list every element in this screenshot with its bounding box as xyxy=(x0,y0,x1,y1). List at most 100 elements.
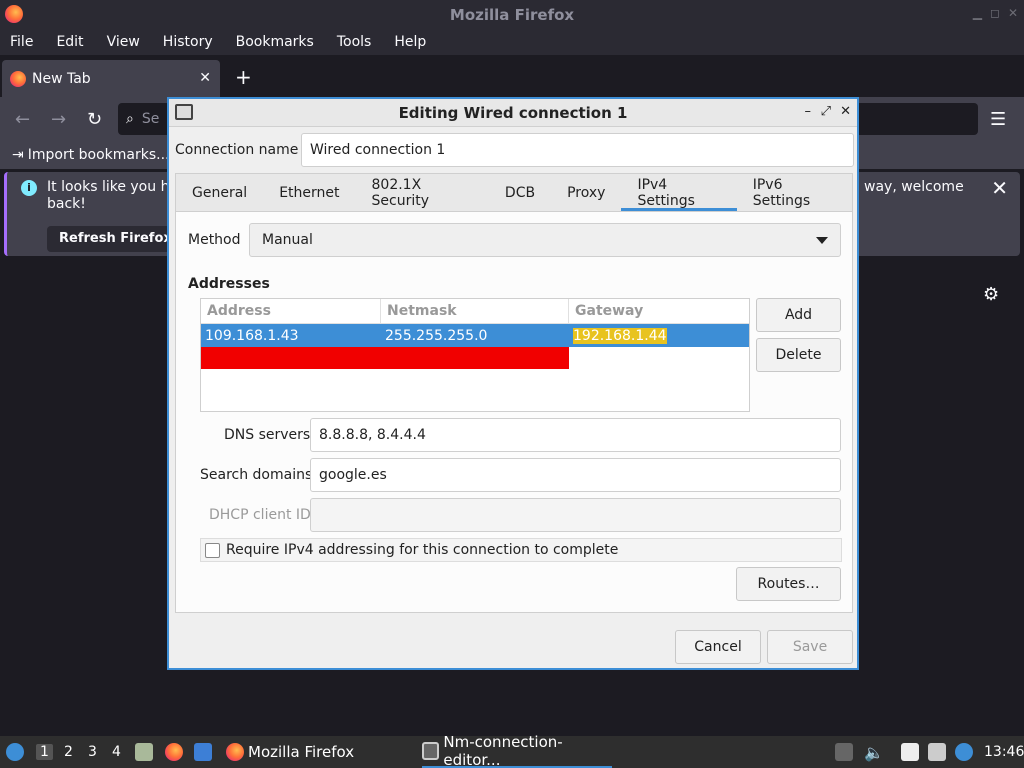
import-bookmarks-link[interactable]: Import bookmarks... xyxy=(28,147,170,163)
delete-button[interactable]: Delete xyxy=(756,338,841,372)
menu-bookmarks[interactable]: Bookmarks xyxy=(236,34,314,50)
table-row[interactable]: 109.168.1.43 255.255.255.0 192.168.1.44 xyxy=(201,324,749,347)
connection-name-label: Connection name xyxy=(175,142,299,158)
firefox-icon xyxy=(226,743,244,761)
workspace-4[interactable]: 4 xyxy=(112,744,121,760)
connection-editor-dialog: Editing Wired connection 1 – ⤢ ✕ Connect… xyxy=(167,97,859,670)
workspace-3[interactable]: 3 xyxy=(88,744,97,760)
search-domains-label: Search domains xyxy=(200,467,313,483)
cell-address[interactable]: 109.168.1.43 xyxy=(201,324,381,347)
new-tab-button[interactable]: + xyxy=(235,65,252,89)
addresses-table: Address Netmask Gateway 109.168.1.43 255… xyxy=(200,298,750,412)
routes-button[interactable]: Routes… xyxy=(736,567,841,601)
dhcp-client-id-field xyxy=(310,498,841,532)
gateway-edit-text[interactable]: 192.168.1.44 xyxy=(573,327,667,344)
connection-name-field[interactable]: Wired connection 1 xyxy=(301,133,854,167)
add-button[interactable]: Add xyxy=(756,298,841,332)
red-highlight-bar xyxy=(201,347,569,369)
task-nm-connection-editor[interactable]: Nm-connection-editor... xyxy=(422,733,612,768)
dns-servers-field[interactable]: 8.8.8.8, 8.4.4.4 xyxy=(310,418,841,452)
require-ipv4-checkbox[interactable] xyxy=(205,542,220,558)
notification-text: It looks like you ha back! xyxy=(47,179,179,212)
tab-general[interactable]: General xyxy=(176,174,263,211)
clock: 13:46 xyxy=(984,744,1024,760)
cell-gateway[interactable]: 192.168.1.44 xyxy=(569,324,749,347)
menu-history[interactable]: History xyxy=(163,34,213,50)
volume-icon[interactable]: 🔈 xyxy=(864,736,884,768)
info-icon: i xyxy=(21,180,37,196)
network-status-icon[interactable] xyxy=(928,736,946,768)
task-firefox[interactable]: Mozilla Firefox xyxy=(226,736,354,768)
tab-dcb[interactable]: DCB xyxy=(489,174,551,211)
maximize-icon[interactable]: ⤢ xyxy=(821,104,831,119)
network-icon xyxy=(175,104,193,120)
tab-title: New Tab xyxy=(32,71,91,87)
window-controls: ▁ ◻ ✕ xyxy=(973,6,1018,20)
search-icon: ⌕ xyxy=(126,111,134,127)
tab-ethernet[interactable]: Ethernet xyxy=(263,174,355,211)
gear-icon[interactable]: ⚙ xyxy=(983,284,999,305)
tab-ipv6-settings[interactable]: IPv6 Settings xyxy=(737,174,852,211)
close-icon[interactable]: ✕ xyxy=(1008,6,1018,20)
dialog-titlebar: Editing Wired connection 1 – ⤢ ✕ xyxy=(169,99,857,127)
task-firefox-label: Mozilla Firefox xyxy=(248,743,355,761)
forward-icon[interactable]: → xyxy=(51,109,66,130)
firefox-tab-icon xyxy=(10,71,26,87)
require-ipv4-checkbox-row[interactable]: Require IPv4 addressing for this connect… xyxy=(200,538,842,562)
update-notifier-icon[interactable] xyxy=(955,736,973,768)
cancel-button[interactable]: Cancel xyxy=(675,630,761,664)
start-menu-icon[interactable] xyxy=(6,736,24,768)
menu-tools[interactable]: Tools xyxy=(337,34,372,50)
task-nm-label: Nm-connection-editor... xyxy=(443,733,563,768)
menu-edit[interactable]: Edit xyxy=(56,34,83,50)
firefox-launcher-icon[interactable] xyxy=(165,736,183,768)
minimize-icon[interactable]: ▁ xyxy=(973,6,982,20)
tab-proxy[interactable]: Proxy xyxy=(551,174,621,211)
reload-icon[interactable]: ↻ xyxy=(87,109,102,130)
upload-icon[interactable] xyxy=(835,736,853,768)
addresses-label: Addresses xyxy=(188,276,270,292)
method-dropdown[interactable]: Manual xyxy=(249,223,841,257)
file-manager-icon[interactable] xyxy=(135,736,153,768)
method-label: Method xyxy=(188,232,241,248)
workspace-1[interactable]: 1 xyxy=(36,744,53,760)
tab-strip: New Tab ✕ + xyxy=(0,55,1024,98)
firefox-logo-icon xyxy=(5,5,23,23)
menu-help[interactable]: Help xyxy=(394,34,426,50)
menu-bar: File Edit View History Bookmarks Tools H… xyxy=(0,29,1024,55)
tab-ipv4-settings[interactable]: IPv4 Settings xyxy=(621,174,737,211)
cell-netmask[interactable]: 255.255.255.0 xyxy=(381,324,569,347)
chevron-down-icon xyxy=(816,237,828,244)
notification-close-icon[interactable]: ✕ xyxy=(991,176,1008,200)
column-header-netmask[interactable]: Netmask xyxy=(381,299,569,324)
maximize-icon[interactable]: ◻ xyxy=(990,6,1000,20)
import-icon: ⇥ xyxy=(12,147,24,163)
dialog-title: Editing Wired connection 1 xyxy=(398,103,628,122)
dhcp-client-id-label: DHCP client ID xyxy=(209,507,311,523)
settings-tabs: General Ethernet 802.1X Security DCB Pro… xyxy=(175,173,853,211)
hamburger-menu-icon[interactable]: ☰ xyxy=(990,109,1006,130)
workspace-2[interactable]: 2 xyxy=(64,744,73,760)
tab-8021x-security[interactable]: 802.1X Security xyxy=(356,174,489,211)
clipboard-icon[interactable] xyxy=(901,736,919,768)
column-header-address[interactable]: Address xyxy=(201,299,381,324)
close-icon[interactable]: ✕ xyxy=(840,104,851,119)
dns-servers-label: DNS servers xyxy=(224,427,311,443)
taskbar: 1 2 3 4 Mozilla Firefox Nm-connection-ed… xyxy=(0,733,1024,768)
require-ipv4-label: Require IPv4 addressing for this connect… xyxy=(226,542,619,558)
network-icon xyxy=(422,742,440,760)
notification-text-tail: way, welcome xyxy=(864,179,964,195)
desktop-icon[interactable] xyxy=(194,736,212,768)
url-placeholder: Se xyxy=(141,111,160,127)
column-header-gateway[interactable]: Gateway xyxy=(569,299,749,324)
search-domains-field[interactable]: google.es xyxy=(310,458,841,492)
back-icon[interactable]: ← xyxy=(15,109,30,130)
firefox-titlebar: Mozilla Firefox ▁ ◻ ✕ xyxy=(0,0,1024,29)
browser-tab[interactable]: New Tab ✕ xyxy=(2,60,220,98)
menu-view[interactable]: View xyxy=(107,34,140,50)
method-value: Manual xyxy=(262,232,313,248)
tab-close-icon[interactable]: ✕ xyxy=(199,70,211,86)
minimize-icon[interactable]: – xyxy=(805,104,812,119)
save-button[interactable]: Save xyxy=(767,630,853,664)
menu-file[interactable]: File xyxy=(10,34,33,50)
